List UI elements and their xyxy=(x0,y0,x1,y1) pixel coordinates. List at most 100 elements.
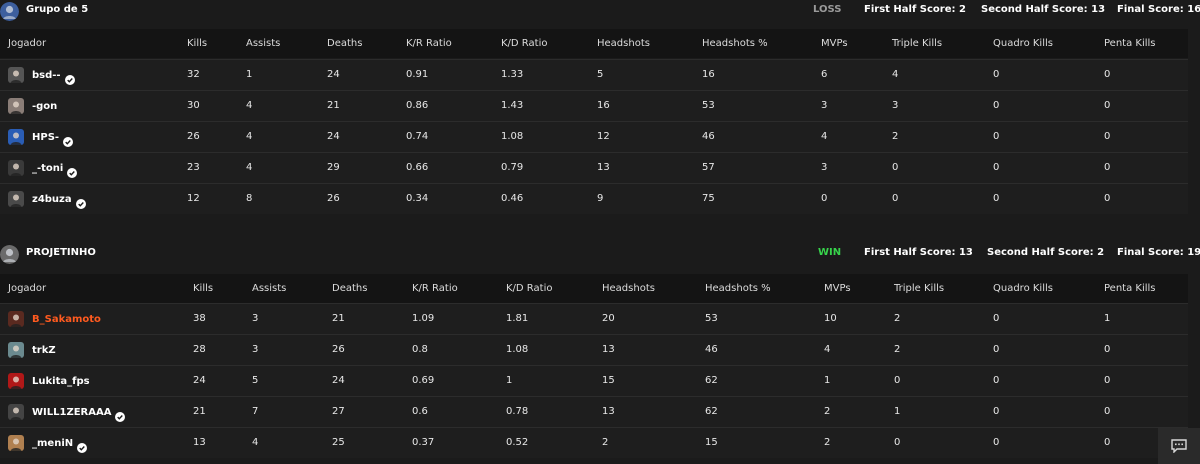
player-cell[interactable]: HPS- xyxy=(8,122,74,152)
team-section: PROJETINHO WIN First Half Score: 13 Second … xyxy=(0,245,1200,464)
stat-kd-ratio: 1.81 xyxy=(506,313,529,324)
player-name[interactable]: _meniN xyxy=(32,438,73,449)
stat-triple-kills: 0 xyxy=(892,193,899,204)
column-header-triple-kills[interactable]: Triple Kills xyxy=(894,274,944,303)
stat-assists: 4 xyxy=(246,100,253,111)
stat-kd-ratio: 0.52 xyxy=(506,437,529,448)
player-cell[interactable]: Lukita_fps xyxy=(8,366,90,396)
column-header-kd-ratio[interactable]: K/D Ratio xyxy=(506,274,552,303)
stat-triple-kills: 0 xyxy=(894,437,901,448)
player-name[interactable]: bsd-- xyxy=(32,70,61,81)
player-cell[interactable]: _meniN xyxy=(8,428,88,458)
player-name[interactable]: WILL1ZERAAA xyxy=(32,407,111,418)
stat-mvps: 4 xyxy=(821,131,828,142)
stat-kd-ratio: 1.08 xyxy=(506,344,529,355)
column-header-headshots[interactable]: Headshots xyxy=(597,29,650,58)
chat-button[interactable] xyxy=(1158,428,1200,464)
stat-kd-ratio: 0.79 xyxy=(501,162,524,173)
stat-headshots: 5 xyxy=(597,69,604,80)
stat-quadro-kills: 0 xyxy=(993,100,1000,111)
stat-triple-kills: 3 xyxy=(892,100,899,111)
column-header-quadro-kills[interactable]: Quadro Kills xyxy=(993,29,1053,58)
player-name[interactable]: HPS- xyxy=(32,132,59,143)
stat-assists: 8 xyxy=(246,193,253,204)
verified-check-icon xyxy=(77,438,88,453)
column-header-player[interactable]: Jogador xyxy=(8,274,46,303)
stat-quadro-kills: 0 xyxy=(993,162,1000,173)
stat-deaths: 26 xyxy=(332,344,345,355)
final-score: Final Score: 16 xyxy=(1117,4,1200,15)
column-header-headshots-pct[interactable]: Headshots % xyxy=(705,274,771,303)
player-avatar xyxy=(8,67,24,83)
stat-mvps: 2 xyxy=(824,437,831,448)
stat-headshots-pct: 15 xyxy=(705,437,718,448)
stat-triple-kills: 0 xyxy=(894,375,901,386)
stat-headshots-pct: 57 xyxy=(702,162,715,173)
column-header-assists[interactable]: Assists xyxy=(246,29,280,58)
table-row: Lukita_fps 24 5 24 0.69 1 15 62 1 0 0 0 xyxy=(0,365,1188,396)
stat-deaths: 21 xyxy=(332,313,345,324)
column-header-mvps[interactable]: MVPs xyxy=(824,274,851,303)
player-name[interactable]: -gon xyxy=(32,101,57,112)
stat-headshots-pct: 46 xyxy=(702,131,715,142)
table-row: z4buza 12 8 26 0.34 0.46 9 75 0 0 0 0 xyxy=(0,183,1188,214)
stat-kr-ratio: 1.09 xyxy=(412,313,435,324)
stat-triple-kills: 0 xyxy=(892,162,899,173)
column-header-penta-kills[interactable]: Penta Kills xyxy=(1104,29,1156,58)
stat-triple-kills: 2 xyxy=(894,344,901,355)
stat-kills: 21 xyxy=(193,406,206,417)
player-cell[interactable]: -gon xyxy=(8,91,57,121)
stat-mvps: 2 xyxy=(824,406,831,417)
column-header-headshots-pct[interactable]: Headshots % xyxy=(702,29,768,58)
stat-kr-ratio: 0.6 xyxy=(412,406,428,417)
column-header-headshots[interactable]: Headshots xyxy=(602,274,655,303)
player-avatar xyxy=(8,98,24,114)
column-header-kills[interactable]: Kills xyxy=(193,274,213,303)
stat-deaths: 25 xyxy=(332,437,345,448)
stat-kd-ratio: 0.78 xyxy=(506,406,529,417)
column-header-kills[interactable]: Kills xyxy=(187,29,207,58)
stat-mvps: 0 xyxy=(821,193,828,204)
match-result-badge: WIN xyxy=(818,247,842,258)
column-header-player[interactable]: Jogador xyxy=(8,29,46,58)
stat-headshots: 9 xyxy=(597,193,604,204)
stat-kr-ratio: 0.37 xyxy=(412,437,435,448)
column-header-kd-ratio[interactable]: K/D Ratio xyxy=(501,29,547,58)
column-header-deaths[interactable]: Deaths xyxy=(327,29,362,58)
stat-headshots: 12 xyxy=(597,131,610,142)
stat-assists: 1 xyxy=(246,69,253,80)
player-name[interactable]: _-toni xyxy=(32,163,63,174)
stat-kr-ratio: 0.86 xyxy=(406,100,429,111)
column-header-kr-ratio[interactable]: K/R Ratio xyxy=(412,274,458,303)
player-name[interactable]: trkZ xyxy=(32,345,56,356)
second-half-score: Second Half Score: 13 xyxy=(981,4,1106,15)
stat-kr-ratio: 0.69 xyxy=(412,375,435,386)
player-cell[interactable]: B_Sakamoto xyxy=(8,304,101,334)
stat-kills: 23 xyxy=(187,162,200,173)
player-name[interactable]: Lukita_fps xyxy=(32,376,90,387)
column-header-penta-kills[interactable]: Penta Kills xyxy=(1104,274,1156,303)
stat-headshots: 16 xyxy=(597,100,610,111)
column-header-assists[interactable]: Assists xyxy=(252,274,286,303)
stat-kills: 28 xyxy=(193,344,206,355)
player-name[interactable]: B_Sakamoto xyxy=(32,314,101,325)
stat-quadro-kills: 0 xyxy=(993,193,1000,204)
column-header-kr-ratio[interactable]: K/R Ratio xyxy=(406,29,452,58)
table-row: -gon 30 4 21 0.86 1.43 16 53 3 3 0 0 xyxy=(0,90,1188,121)
column-header-mvps[interactable]: MVPs xyxy=(821,29,848,58)
player-cell[interactable]: z4buza xyxy=(8,184,86,214)
team-logo xyxy=(0,245,19,264)
column-header-triple-kills[interactable]: Triple Kills xyxy=(892,29,942,58)
player-cell[interactable]: WILL1ZERAAA xyxy=(8,397,126,427)
player-cell[interactable]: bsd-- xyxy=(8,60,75,90)
column-header-deaths[interactable]: Deaths xyxy=(332,274,367,303)
stat-kills: 30 xyxy=(187,100,200,111)
player-cell[interactable]: trkZ xyxy=(8,335,56,365)
team-header: PROJETINHO WIN First Half Score: 13 Second … xyxy=(0,245,1200,271)
stat-kills: 12 xyxy=(187,193,200,204)
column-header-quadro-kills[interactable]: Quadro Kills xyxy=(993,274,1053,303)
verified-check-icon xyxy=(63,132,74,147)
player-name[interactable]: z4buza xyxy=(32,194,72,205)
player-cell[interactable]: _-toni xyxy=(8,153,78,183)
table-row: _meniN 13 4 25 0.37 0.52 2 15 2 0 0 0 xyxy=(0,427,1188,458)
